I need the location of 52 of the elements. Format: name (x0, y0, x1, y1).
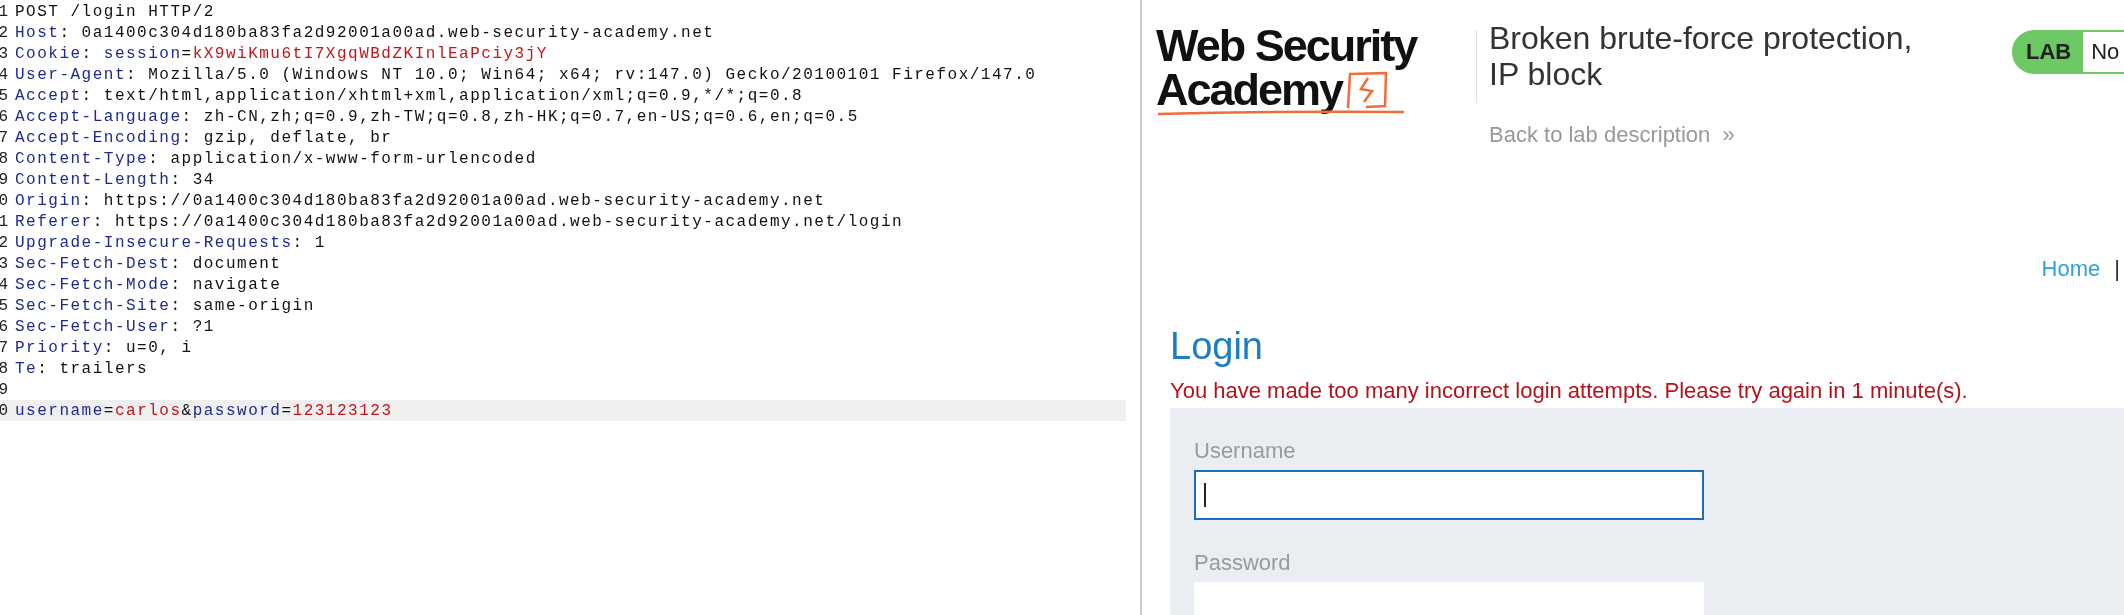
line-number: 3 (0, 44, 8, 63)
code-line: Sec-Fetch-Dest: document (15, 254, 282, 273)
line-number: 8 (0, 149, 8, 168)
code-line: Sec-Fetch-User: ?1 (15, 317, 215, 336)
lab-badge: LAB (2012, 30, 2082, 74)
line-number: 1 (0, 212, 8, 231)
line-number: 9 (0, 170, 8, 189)
line-number: 0 (0, 401, 8, 420)
code-line: Sec-Fetch-Site: same-origin (15, 296, 315, 315)
logo-text: Academy (1156, 68, 1343, 112)
field-label: Password (1194, 549, 1292, 577)
code-line: Origin: https://0a1400c304d180ba83fa2d92001a00ad.web-security-academy.net (15, 191, 826, 210)
code-line: Content-Type: application/x-www-form-urlencoded (15, 149, 537, 168)
line-number: 2 (0, 23, 8, 42)
line-number: 4 (0, 275, 8, 294)
lab-status: No (2081, 30, 2124, 74)
code-line: Sec-Fetch-Mode: navigate (15, 275, 282, 294)
code-line: Referer: https://0a1400c304d180ba83fa2d92001a00ad.web-security-academy.net/login (15, 212, 904, 231)
line-number: 9 (0, 380, 8, 399)
line-number: 7 (0, 128, 8, 147)
code-line: Host: 0a1400c304d180ba83fa2d92001a00ad.web-security-academy.net (15, 23, 715, 42)
line-number: 8 (0, 359, 8, 378)
line-number: 3 (0, 254, 8, 273)
line-number: 5 (0, 86, 8, 105)
home-link[interactable]: Home (2041, 256, 2101, 282)
line-number: 1 (0, 2, 8, 21)
code-line: Priority: u=0, i (15, 338, 193, 357)
lab-title: Broken brute-force protection, IP block (1489, 20, 1914, 92)
back-to-lab-description-link[interactable]: Back to lab description » (1489, 122, 1949, 148)
error-message: You have made too many incorrect login attempts. Please try again in 1 minute(s). (1170, 378, 1969, 404)
line-number: 5 (0, 296, 8, 315)
line-number: 2 (0, 233, 8, 252)
code-line: Accept-Encoding: gzip, deflate, br (15, 128, 393, 147)
code-line: Te: trailers (15, 359, 149, 378)
code-line: User-Agent: Mozilla/5.0 (Windows NT 10.0; Win64; x64; rv:147.0) Gecko/20100101 Firefox/147.0 (15, 65, 1037, 84)
code-line: POST /login HTTP/2 (15, 2, 215, 21)
code-line: Cookie: session=kX9wiKmu6tI7XgqWBdZKInlEaPciy3jY (15, 44, 548, 63)
code-line: Content-Length: 34 (15, 170, 215, 189)
line-number: 7 (0, 338, 8, 357)
line-number: 4 (0, 65, 8, 84)
line-number: 6 (0, 107, 8, 126)
code-line: username=carlos&password=123123123 (15, 401, 393, 420)
nav-separator: | (2114, 256, 2120, 282)
code-line: Accept-Language: zh-CN,zh;q=0.9,zh-TW;q=0.8,zh-HK;q=0.7,en-US;q=0.6,en;q=0.5 (15, 107, 859, 126)
field-label: Username (1194, 437, 1297, 465)
login-heading: Login (1170, 324, 1264, 368)
line-number: 6 (0, 317, 8, 336)
line-number: 0 (0, 191, 8, 210)
code-line: Accept: text/html,application/xhtml+xml,application/xml;q=0.9,*/*;q=0.8 (15, 86, 804, 105)
code-line: Upgrade-Insecure-Requests: 1 (15, 233, 326, 252)
logo-text: Web Security (1156, 24, 1419, 68)
input-field[interactable] (1194, 470, 1704, 520)
